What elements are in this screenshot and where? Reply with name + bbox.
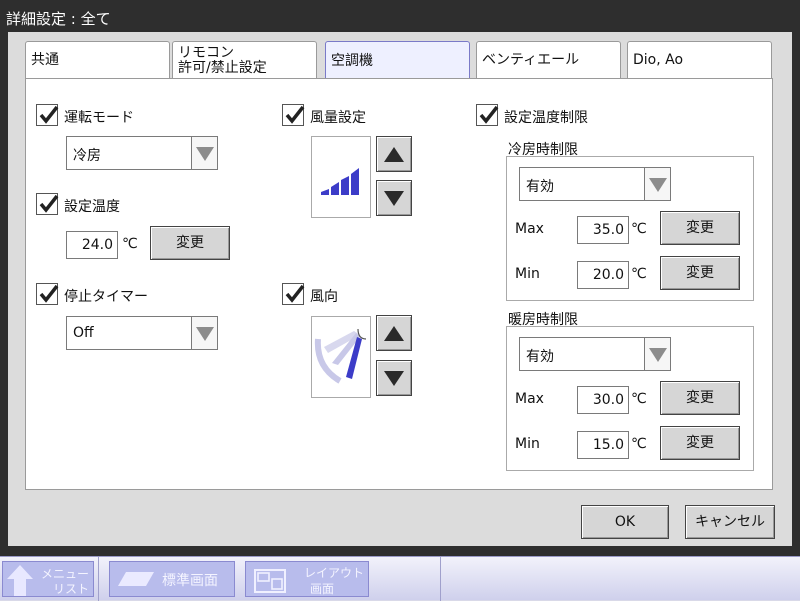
set-temp-checkbox[interactable]: [36, 193, 59, 215]
layout-screen-label-line2: 画面: [310, 582, 335, 596]
mode-select[interactable]: 冷房: [66, 136, 218, 170]
layout-screen-button[interactable]: レイアウト 画面: [245, 561, 369, 597]
tab-common[interactable]: 共通: [25, 41, 170, 79]
tab-ventilation[interactable]: ベンティエール: [476, 41, 621, 79]
cooling-max-input[interactable]: 35.0: [577, 216, 629, 244]
fan-speed-down-button[interactable]: [376, 180, 412, 216]
heating-max-label: Max: [515, 391, 544, 407]
fan-speed-bars-icon: [321, 168, 359, 195]
temp-limit-label: 設定温度制限: [504, 110, 588, 126]
standard-screen-icon: [118, 572, 154, 586]
air-direction-label: 風向: [310, 289, 338, 305]
tab-label-line1: リモコン: [178, 44, 234, 61]
cooling-max-label: Max: [515, 221, 544, 237]
check-icon: [285, 105, 305, 124]
tab-label-line2: 許可/禁止設定: [178, 59, 267, 76]
stop-timer-checkbox[interactable]: [36, 283, 59, 305]
cooling-min-unit: ℃: [631, 266, 647, 282]
check-icon: [39, 284, 59, 303]
tab-remote-permissions[interactable]: リモコン 許可/禁止設定: [172, 41, 317, 79]
temp-limit-checkbox[interactable]: [476, 104, 499, 126]
detail-settings-window: 詳細設定 : 全て 共通 リモコン 許可/禁止設定 空調機 ベンティエール Di…: [0, 0, 800, 556]
check-icon: [479, 105, 499, 124]
tab-label: Dio, Ao: [633, 52, 684, 68]
set-temp-label: 設定温度: [64, 199, 120, 215]
cooling-max-unit: ℃: [631, 221, 647, 237]
layout-icon: [254, 569, 286, 593]
air-direction-checkbox[interactable]: [282, 283, 305, 305]
air-direction-display: [311, 316, 371, 398]
dock-divider: [440, 557, 441, 601]
check-icon: [39, 194, 59, 213]
fan-speed-checkbox[interactable]: [282, 104, 305, 126]
cooling-min-change-button[interactable]: 変更: [660, 256, 740, 290]
layout-screen-label-line1: レイアウト: [304, 566, 365, 580]
dock-divider: [98, 557, 99, 601]
tab-air-conditioner[interactable]: 空調機: [325, 41, 470, 81]
heating-limit-group: 有効 Max 30.0 ℃ 変更 Min 15.0 ℃ 変更: [506, 326, 754, 471]
heating-min-change-button[interactable]: 変更: [660, 426, 740, 460]
tab-panel: 運転モード 冷房 設定温度 24.0 ℃ 変更 停止タイマー Off 風量設定 …: [25, 78, 773, 490]
tab-dio-ao[interactable]: Dio, Ao: [627, 41, 772, 79]
heating-min-unit: ℃: [631, 436, 647, 452]
menu-list-label-line2: リスト: [53, 582, 90, 596]
heating-max-unit: ℃: [631, 391, 647, 407]
stop-timer-label: 停止タイマー: [64, 289, 148, 305]
standard-screen-label: 標準画面: [162, 573, 218, 589]
bottom-dock: メニュー リスト 標準画面 レイアウト 画面: [0, 556, 800, 601]
menu-list-button[interactable]: メニュー リスト: [2, 561, 94, 597]
cooling-min-label: Min: [515, 266, 540, 282]
dialog-body: 共通 リモコン 許可/禁止設定 空調機 ベンティエール Dio, Ao 運転モー…: [8, 32, 792, 546]
air-direction-icon: [314, 328, 367, 384]
cooling-max-change-button[interactable]: 変更: [660, 211, 740, 245]
up-arrow-icon: [7, 565, 33, 596]
standard-screen-button[interactable]: 標準画面: [109, 561, 235, 597]
heating-max-change-button[interactable]: 変更: [660, 381, 740, 415]
mode-checkbox[interactable]: [36, 104, 59, 126]
set-temp-input[interactable]: 24.0: [66, 231, 118, 259]
tab-label: ベンティエール: [482, 52, 580, 68]
check-icon: [285, 284, 305, 303]
stop-timer-value: Off: [73, 325, 94, 341]
chevron-down-icon: [191, 137, 217, 169]
set-temp-unit: ℃: [122, 236, 138, 252]
fan-speed-up-button[interactable]: [376, 136, 412, 172]
mode-label: 運転モード: [64, 110, 134, 126]
air-direction-up-button[interactable]: [376, 315, 412, 351]
heating-limit-select[interactable]: 有効: [519, 337, 671, 371]
heating-min-label: Min: [515, 436, 540, 452]
heating-max-input[interactable]: 30.0: [577, 386, 629, 414]
stop-timer-select[interactable]: Off: [66, 316, 218, 350]
fan-speed-label: 風量設定: [310, 110, 366, 126]
chevron-down-icon: [644, 168, 670, 200]
air-direction-down-button[interactable]: [376, 360, 412, 396]
tab-label: 共通: [31, 52, 59, 68]
cooling-limit-group: 有効 Max 35.0 ℃ 変更 Min 20.0 ℃ 変更: [506, 156, 754, 301]
check-icon: [39, 105, 59, 124]
cooling-limit-select[interactable]: 有効: [519, 167, 671, 201]
chevron-down-icon: [191, 317, 217, 349]
heating-min-input[interactable]: 15.0: [577, 431, 629, 459]
cooling-limit-value: 有効: [526, 179, 554, 195]
chevron-down-icon: [644, 338, 670, 370]
set-temp-change-button[interactable]: 変更: [150, 226, 230, 260]
ok-button[interactable]: OK: [581, 505, 669, 539]
tab-label: 空調機: [331, 53, 373, 69]
window-title: 詳細設定 : 全て: [6, 10, 111, 28]
cancel-button[interactable]: キャンセル: [685, 505, 775, 539]
cooling-min-input[interactable]: 20.0: [577, 261, 629, 289]
heating-limit-value: 有効: [526, 349, 554, 365]
fan-speed-display: [311, 136, 371, 218]
mode-value: 冷房: [73, 148, 101, 164]
